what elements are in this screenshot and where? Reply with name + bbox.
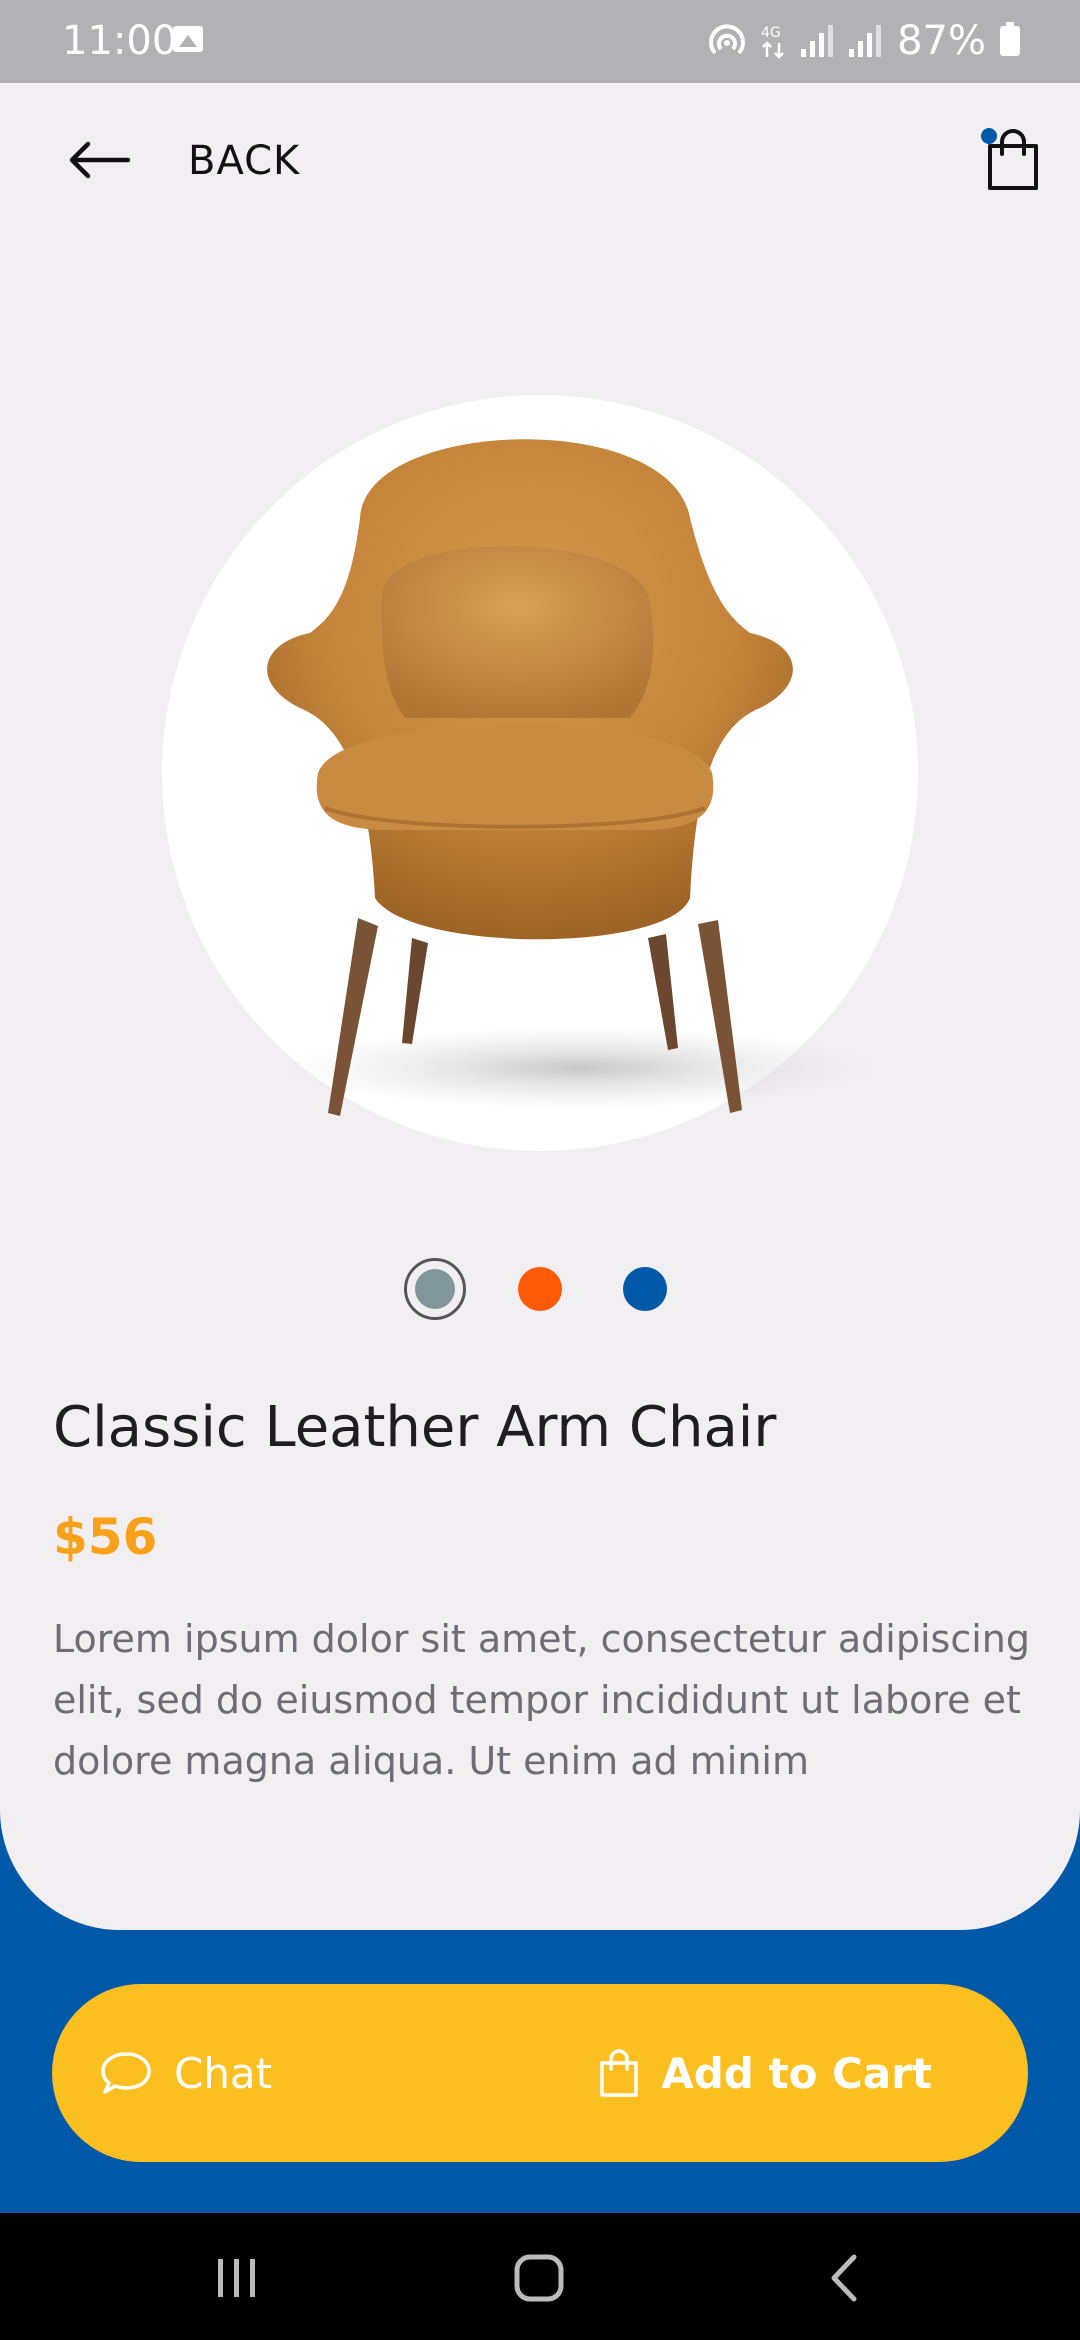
armchair-image bbox=[267, 439, 880, 1116]
chat-label: Chat bbox=[174, 2048, 273, 2098]
cart-badge bbox=[981, 128, 997, 144]
color-swatch-orange[interactable] bbox=[518, 1267, 562, 1311]
battery-level: 87% bbox=[897, 18, 986, 64]
network-type-icon: 4G bbox=[761, 25, 784, 59]
recent-apps-icon[interactable] bbox=[212, 2257, 262, 2299]
color-swatch-gray[interactable] bbox=[404, 1258, 466, 1320]
add-to-cart-button[interactable]: Add to Cart bbox=[599, 2023, 932, 2123]
hotspot-icon bbox=[709, 24, 746, 55]
network-type-label: 4G bbox=[761, 25, 781, 41]
status-time: 11:00 bbox=[62, 18, 178, 64]
signal-1-icon bbox=[801, 25, 834, 57]
color-swatch-blue[interactable] bbox=[623, 1267, 667, 1311]
battery-charging-icon bbox=[1000, 22, 1020, 56]
status-indicators: 4G 87% bbox=[707, 16, 1020, 66]
product-title: Classic Leather Arm Chair bbox=[53, 1395, 777, 1460]
add-to-cart-label: Add to Cart bbox=[661, 2048, 932, 2098]
home-icon[interactable] bbox=[513, 2253, 565, 2303]
chat-button[interactable]: Chat bbox=[100, 2023, 272, 2123]
product-description: Lorem ipsum dolor sit amet, consectetur … bbox=[53, 1617, 1030, 1783]
action-bar: Chat Add to Cart bbox=[52, 1984, 1028, 2162]
shopping-bag-icon bbox=[600, 2049, 638, 2097]
product-price: $56 bbox=[53, 1508, 158, 1566]
product-card: BACK Classic Leather Arm Chair $56 Lorem… bbox=[0, 83, 1080, 1930]
back-icon[interactable] bbox=[826, 2253, 860, 2303]
signal-2-icon bbox=[849, 25, 882, 57]
status-bar: 11:00 4G 87% bbox=[0, 0, 1080, 83]
arrow-left-icon[interactable] bbox=[68, 140, 130, 180]
back-button[interactable]: BACK bbox=[188, 131, 300, 191]
system-nav-bar bbox=[0, 2213, 1080, 2340]
gallery-notification-icon bbox=[173, 26, 203, 52]
color-swatches bbox=[0, 1255, 1080, 1325]
chat-bubble-icon bbox=[101, 2052, 151, 2094]
